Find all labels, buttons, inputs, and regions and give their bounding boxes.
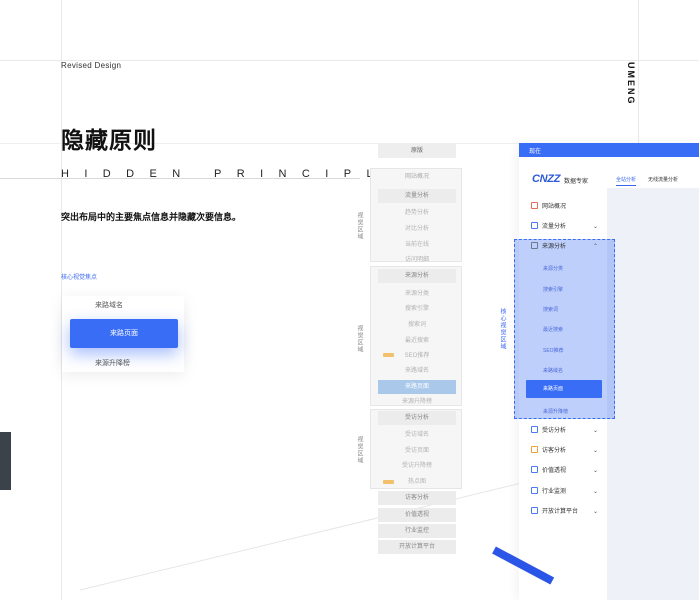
user-icon: [531, 446, 538, 453]
sidebar-subitem[interactable]: 来路域名: [543, 367, 563, 374]
chevron-icon: ⌄: [592, 428, 598, 434]
send-icon: [531, 507, 538, 514]
current-version-bar: 现在: [519, 143, 699, 157]
wireframe-row: 访客分析: [378, 491, 456, 505]
sidebar-subitem[interactable]: 来源升降榜: [543, 408, 568, 415]
chevron-icon: ⌄: [592, 468, 598, 474]
original-version-label: 原版: [378, 144, 456, 158]
wireframe-row: 受访域名: [404, 432, 429, 438]
sidebar-item[interactable]: 网站概况: [531, 201, 601, 213]
tab-mobile-analysis[interactable]: 无线流量分析: [648, 176, 678, 183]
grid-icon: [531, 202, 538, 209]
sidebar-item-label: 网站概况: [542, 204, 567, 210]
monitor-icon: [531, 487, 538, 494]
wireframe-row: 受访升降榜: [401, 463, 432, 469]
wireframe-row: 行业监控: [378, 524, 456, 538]
layers-icon: [531, 466, 538, 473]
sidebar-item[interactable]: 开放计算平台 ⌄: [531, 506, 601, 518]
chevron-icon: ⌄: [592, 224, 598, 230]
wireframe-row: 来源分类: [404, 291, 429, 297]
wireframe-row: 受访页面: [404, 448, 429, 454]
core-visual-area-label: 核心视觉区域: [499, 308, 505, 350]
wireframe-row: 当前在线: [404, 242, 429, 248]
sidebar-item-label: 访客分析: [542, 448, 567, 454]
tab-active-underline: [616, 185, 636, 186]
wireframe-row: 访问明细: [404, 257, 429, 263]
heatmap-tag-marker: [383, 480, 394, 484]
chart-icon: [531, 222, 538, 229]
sidebar-item[interactable]: 流量分析 ⌄: [531, 221, 601, 233]
sidebar-subitem[interactable]: SEO推荐: [543, 347, 564, 354]
wireframe-row: 来路域名: [404, 368, 429, 374]
wireframe-row: 搜索引擎: [404, 306, 429, 312]
visual-area-label-1: 视觉区域: [356, 212, 362, 240]
panel-content-area: [607, 188, 699, 600]
wireframe-row: 搜索词: [407, 322, 426, 328]
wireframe-row: 来源分析: [378, 269, 456, 283]
wireframe-row: 受访分析: [378, 411, 456, 425]
wireframe-row: 网站概况: [404, 174, 429, 180]
sidebar-item-label: 开放计算平台: [542, 509, 579, 515]
chevron-icon: ⌄: [592, 448, 598, 454]
wireframe-row: 最近搜索: [404, 338, 429, 344]
sidebar-item-label: 价值透视: [542, 468, 567, 474]
wireframe-row: 流量分析: [378, 189, 456, 203]
sidebar-item[interactable]: 行业监测 ⌄: [531, 486, 601, 498]
wireframe-row: 趋势分析: [404, 210, 429, 216]
logo-subtitle: 数据专家: [564, 179, 589, 185]
sidebar-item[interactable]: 访客分析 ⌄: [531, 445, 601, 457]
sidebar-subitem[interactable]: 最近搜索: [543, 326, 563, 333]
sidebar-item[interactable]: 来源分析 ⌃: [531, 241, 601, 253]
visual-area-label-2: 视觉区域: [356, 325, 362, 353]
cnzz-logo: CNZZ: [532, 173, 561, 185]
chevron-icon: ⌃: [592, 244, 598, 250]
sidebar-item-label: 来源分析: [542, 244, 567, 250]
sidebar-subitem[interactable]: 来源分类: [543, 265, 563, 272]
wireframe-row: 价值透视: [378, 508, 456, 522]
chevron-icon: ⌄: [592, 509, 598, 515]
sidebar-item-label: 流量分析: [542, 224, 567, 230]
sidebar-subitem[interactable]: 搜索引擎: [543, 286, 563, 293]
sidebar-item[interactable]: 受访分析 ⌄: [531, 425, 601, 437]
chevron-icon: ⌄: [592, 489, 598, 495]
visual-area-label-3: 视觉区域: [356, 436, 362, 464]
wireframe-row: 对比分析: [404, 226, 429, 232]
tab-site-analysis[interactable]: 全站分析: [616, 176, 636, 183]
sidebar-item-label: 行业监测: [542, 489, 567, 495]
seo-tag-marker: [383, 353, 394, 357]
refresh-icon: [531, 426, 538, 433]
sidebar-item[interactable]: 价值透视 ⌄: [531, 465, 601, 477]
sidebar-subitem-active[interactable]: 来路页面: [526, 380, 602, 398]
wireframe-row: 来路页面: [378, 380, 456, 394]
sidebar-subitem[interactable]: 搜索词: [543, 306, 558, 313]
wireframe-row: 开放计算平台: [378, 540, 456, 554]
sidebar-item-label: 受访分析: [542, 428, 567, 434]
current-version-label: 现在: [529, 149, 542, 155]
globe-icon: [531, 242, 538, 249]
wireframe-row: 来源升降榜: [401, 399, 432, 405]
